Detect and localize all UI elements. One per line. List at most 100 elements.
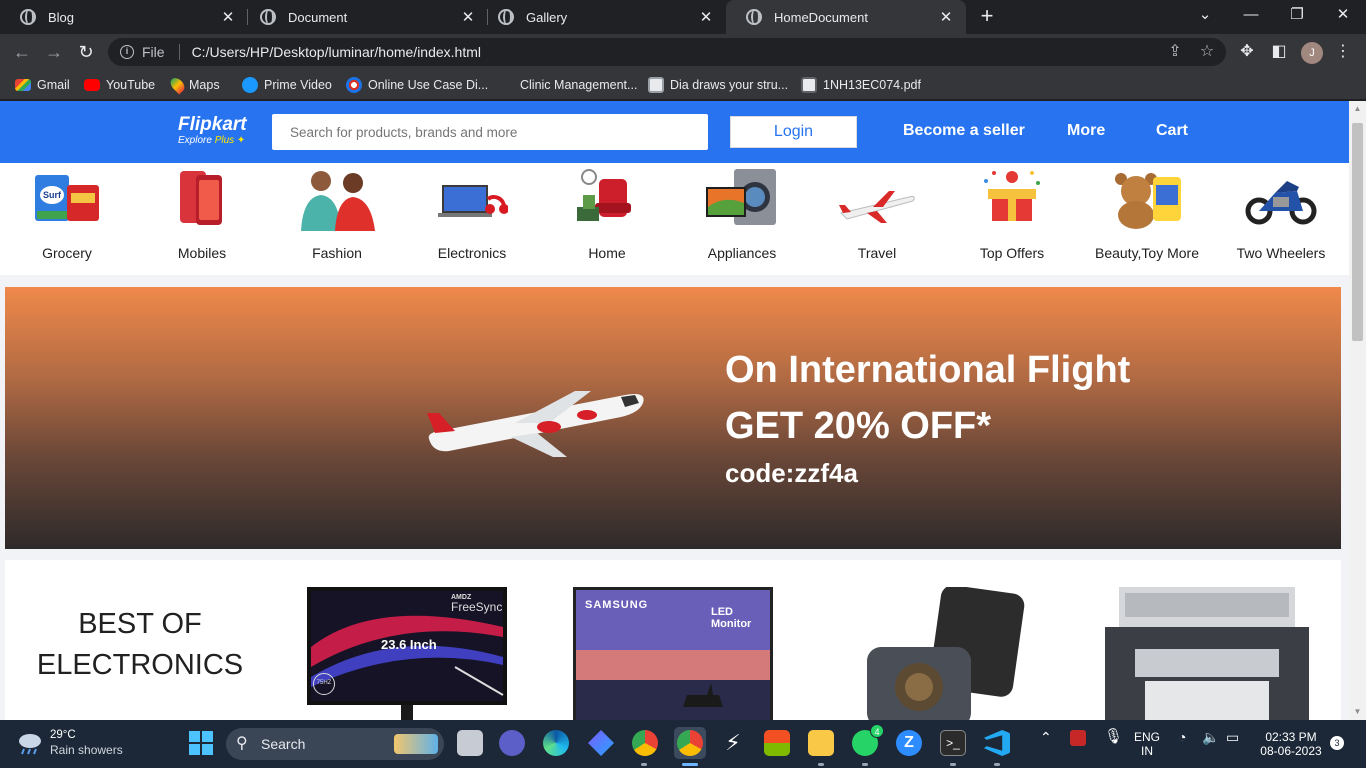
flipkart-logo[interactable]: Flipkart Explore Plus ✦ (178, 115, 266, 149)
bookmark-clinic-management[interactable]: Clinic Management... (520, 76, 637, 94)
running-app-indicator (818, 763, 824, 766)
promo-banner[interactable]: On International Flight GET 20% OFF* cod… (5, 287, 1341, 549)
bookmark-gmail[interactable]: Gmail (15, 76, 70, 94)
address-url[interactable]: C:/Users/HP/Desktop/luminar/home/index.h… (192, 44, 481, 60)
teams-chat-icon[interactable] (499, 730, 525, 756)
edge-icon[interactable] (543, 730, 569, 756)
category-travel[interactable]: Travel (817, 165, 937, 265)
address-bar[interactable]: i File C:/Users/HP/Desktop/luminar/home/… (108, 38, 1226, 66)
category-grocery[interactable]: Surf Grocery (7, 165, 127, 265)
scroll-down-arrow-icon[interactable]: ▼ (1349, 704, 1366, 720)
side-panel-icon[interactable]: ◧ (1269, 42, 1289, 62)
tray-app-icon[interactable] (1070, 730, 1086, 746)
windows-start-icon[interactable] (188, 730, 214, 756)
close-icon[interactable]: ✕ (696, 8, 716, 26)
chrome-icon[interactable] (632, 730, 658, 756)
category-two-wheelers[interactable]: Two Wheelers (1221, 165, 1341, 265)
become-seller-link[interactable]: Become a seller (903, 122, 1025, 140)
search-highlight-icon (394, 734, 438, 754)
close-icon[interactable]: ✕ (458, 8, 478, 26)
category-fashion[interactable]: Fashion (277, 165, 397, 265)
clock[interactable]: 02:33 PM 08-06-2023 (1258, 730, 1324, 758)
top-offers-icon (976, 167, 1048, 231)
scroll-up-arrow-icon[interactable]: ▲ (1349, 101, 1366, 117)
bookmark-label: YouTube (106, 78, 156, 92)
new-tab-button[interactable]: + (976, 5, 998, 27)
bookmark-dia[interactable]: Dia draws your stru... (648, 76, 788, 94)
close-icon[interactable]: ✕ (936, 8, 956, 26)
tab-homedocument[interactable]: HomeDocument ✕ (726, 0, 966, 34)
bookmark-youtube[interactable]: YouTube (84, 76, 155, 94)
share-icon[interactable]: ⇪ (1164, 38, 1186, 66)
wifi-icon[interactable]: ◔ (1178, 730, 1186, 744)
restore-button[interactable]: ❐ (1274, 0, 1320, 34)
notification-badge[interactable]: 3 (1330, 736, 1344, 750)
product-monitor[interactable]: AMDZ FreeSync 23.6 Inch 75HZ (305, 587, 509, 720)
login-button[interactable]: Login (730, 116, 857, 148)
page-scrollbar[interactable]: ▲ ▼ (1349, 101, 1366, 720)
category-beauty-toys[interactable]: Beauty,Toy More (1087, 165, 1207, 265)
terminal-icon[interactable]: >_ (940, 730, 966, 756)
vscode-icon[interactable] (984, 730, 1010, 756)
category-label: Electronics (437, 245, 507, 261)
close-icon[interactable]: ✕ (218, 8, 238, 26)
led-monitor-label: LED Monitor (711, 606, 752, 630)
forward-arrow-icon[interactable]: → (42, 40, 66, 64)
taskbar-search[interactable]: ⚲ Search (226, 728, 444, 760)
microphone-icon[interactable]: 🎙 (1104, 729, 1123, 744)
cart-link[interactable]: Cart (1156, 122, 1188, 140)
task-view-icon[interactable] (457, 730, 483, 756)
category-mobiles[interactable]: Mobiles (142, 165, 262, 265)
menu-kebab-icon[interactable]: ⋮ (1333, 42, 1353, 62)
minimize-button[interactable]: — (1228, 0, 1274, 34)
profile-avatar[interactable]: J (1301, 42, 1323, 64)
extensions-puzzle-icon[interactable]: ✥ (1237, 42, 1257, 62)
category-appliances[interactable]: Appliances (682, 165, 802, 265)
tab-document[interactable]: Document ✕ (240, 0, 488, 34)
region-code: IN (1141, 744, 1153, 758)
weather-temp: 29°C (50, 729, 76, 741)
tray-overflow-chevron-icon[interactable]: ⌃ (1040, 730, 1052, 744)
volume-icon[interactable]: 🔈 (1202, 730, 1219, 744)
logo-tagline: Explore Plus ✦ (178, 135, 266, 147)
fashion-icon (295, 167, 379, 231)
product-power-bank[interactable] (865, 585, 1025, 720)
power-automate-icon[interactable]: ⚡ (720, 730, 746, 756)
category-electronics[interactable]: Electronics (412, 165, 532, 265)
copilot-icon[interactable] (588, 730, 614, 756)
whatsapp-icon[interactable]: 4 (852, 724, 884, 756)
bookmark-star-icon[interactable]: ☆ (1196, 38, 1218, 66)
product-samsung-monitor[interactable]: SAMSUNG LED Monitor (573, 587, 775, 720)
tab-blog[interactable]: Blog ✕ (0, 0, 248, 34)
tab-gallery[interactable]: Gallery ✕ (478, 0, 726, 34)
scroll-thumb[interactable] (1352, 123, 1363, 341)
back-arrow-icon[interactable]: ← (10, 40, 34, 64)
category-home[interactable]: Home (547, 165, 667, 265)
browser-toolbar: ← → ↻ i File C:/Users/HP/Desktop/luminar… (0, 34, 1366, 70)
tab-title: Document (288, 9, 348, 25)
store-icon[interactable] (764, 730, 790, 756)
chrome-profile-active[interactable] (674, 727, 706, 759)
bookmark-maps[interactable]: Maps (167, 75, 220, 95)
bookmark-online-use-case[interactable]: Online Use Case Di... (346, 76, 488, 94)
bookmark-prime-video[interactable]: Prime Video (242, 76, 332, 94)
battery-icon[interactable]: ▭ (1226, 730, 1239, 744)
tab-search-chevron-icon[interactable]: ⌄ (1182, 0, 1228, 34)
category-top-offers[interactable]: Top Offers (952, 165, 1072, 265)
search-input[interactable] (272, 114, 708, 150)
banner-code: code:zzf4a (725, 458, 858, 488)
logo-tag-explore: Explore (178, 135, 212, 146)
file-explorer-icon[interactable] (808, 730, 834, 756)
weather-widget[interactable]: 29°C Rain showers (16, 728, 123, 758)
more-link[interactable]: More (1067, 122, 1105, 140)
info-icon[interactable]: i (120, 45, 134, 59)
freesync-badge: FreeSync (451, 600, 503, 614)
bookmark-pdf[interactable]: 1NH13EC074.pdf (801, 76, 921, 94)
zoom-icon[interactable]: Z (896, 730, 922, 756)
category-label: Fashion (312, 245, 362, 261)
taskbar-search-label: Search (261, 736, 306, 752)
language-indicator[interactable]: ENG IN (1134, 730, 1160, 758)
reload-icon[interactable]: ↻ (74, 40, 98, 64)
close-window-button[interactable]: ✕ (1320, 0, 1366, 34)
product-printer[interactable] (1105, 587, 1309, 720)
